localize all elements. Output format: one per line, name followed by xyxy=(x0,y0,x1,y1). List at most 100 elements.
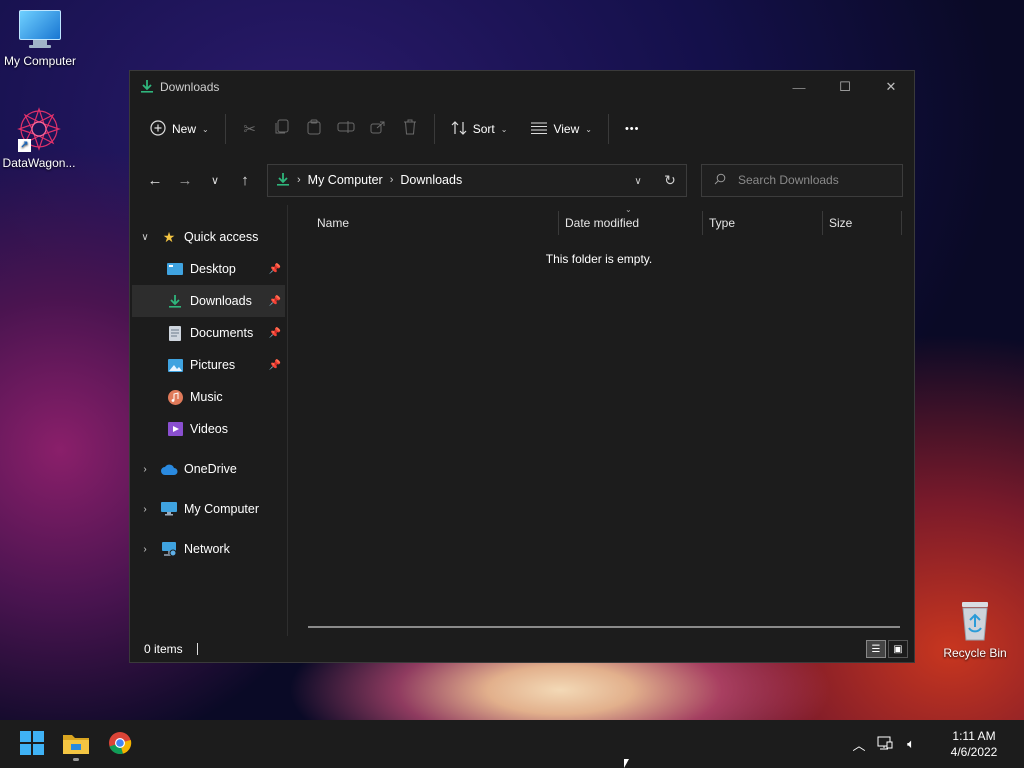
column-label: Name xyxy=(317,216,350,230)
network-tray-button[interactable] xyxy=(872,736,898,753)
window-title: Downloads xyxy=(160,80,220,94)
pin-icon: 📌 xyxy=(268,295,281,307)
view-list-icon xyxy=(531,121,548,137)
new-button[interactable]: New ⌄ xyxy=(142,112,217,146)
status-divider xyxy=(196,643,198,655)
sidebar-item-videos[interactable]: Videos xyxy=(130,413,287,445)
document-icon xyxy=(166,325,184,341)
delete-button[interactable] xyxy=(394,112,426,146)
desktop-icon-recycle-bin[interactable]: Recycle Bin xyxy=(935,598,1015,660)
sidebar-item-music[interactable]: Music xyxy=(130,381,287,413)
breadcrumb-separator: › xyxy=(297,174,301,186)
cloud-icon xyxy=(160,461,178,477)
star-icon: ★ xyxy=(162,228,176,245)
taskbar: ︿ 🔈︎ 1:11 AM 4/6/2022 xyxy=(0,720,1024,768)
chrome-icon xyxy=(108,731,132,758)
horizontal-scrollbar[interactable] xyxy=(308,626,900,628)
sidebar-item-downloads[interactable]: Downloads 📌 xyxy=(132,285,285,317)
sidebar-item-network[interactable]: › Network xyxy=(130,533,287,565)
column-header-size[interactable]: Size xyxy=(823,209,852,237)
taskbar-chrome[interactable] xyxy=(98,724,142,764)
rename-button[interactable] xyxy=(330,112,362,146)
scissors-icon: ✂ xyxy=(243,121,256,138)
sidebar-item-label: My Computer xyxy=(184,502,260,516)
address-history-button[interactable]: ∨ xyxy=(622,173,654,187)
pin-icon: 📌 xyxy=(268,359,281,371)
refresh-button[interactable]: ↻ xyxy=(654,172,686,189)
minimize-icon: — xyxy=(792,79,806,95)
sidebar-item-pictures[interactable]: Pictures 📌 xyxy=(130,349,287,381)
sidebar-item-quick-access[interactable]: ∨ ★ Quick access xyxy=(130,221,287,253)
up-button[interactable]: ↑ xyxy=(230,164,260,196)
large-icons-view-button[interactable]: ▣ xyxy=(888,640,908,658)
view-switcher: ☰ ▣ xyxy=(866,640,908,658)
command-bar: New ⌄ ✂ Sort ⌄ View ⌄ ••• xyxy=(130,103,914,155)
chevron-down-icon: ∨ xyxy=(634,176,642,187)
column-header-type[interactable]: Type xyxy=(703,209,735,237)
new-label: New xyxy=(172,122,197,136)
windows-logo-icon xyxy=(20,730,44,758)
sidebar-item-label: OneDrive xyxy=(184,462,237,476)
taskbar-file-explorer[interactable] xyxy=(54,724,98,764)
search-input[interactable]: Search Downloads xyxy=(738,173,839,187)
close-button[interactable]: ✕ xyxy=(868,71,914,103)
forward-button[interactable]: → xyxy=(170,164,200,196)
ellipsis-icon: ••• xyxy=(624,123,640,135)
copy-icon xyxy=(275,119,289,139)
desktop-icon-my-computer[interactable]: My Computer xyxy=(0,10,80,68)
speaker-icon: 🔈︎ xyxy=(907,736,915,751)
share-button[interactable] xyxy=(362,112,394,146)
network-icon xyxy=(877,736,893,753)
sort-label: Sort xyxy=(472,122,495,136)
sidebar-item-desktop[interactable]: Desktop 📌 xyxy=(130,253,287,285)
file-explorer-window: Downloads — ☐ ✕ New ⌄ ✂ Sort ⌄ View ⌄ ••… xyxy=(129,70,915,663)
toolbar-separator xyxy=(433,114,435,144)
running-indicator xyxy=(73,758,79,761)
sort-button[interactable]: Sort ⌄ xyxy=(443,112,516,146)
clock[interactable]: 1:11 AM 4/6/2022 xyxy=(924,728,1024,760)
shortcut-arrow-icon: ↗ xyxy=(18,139,31,152)
navigation-pane: ∨ ★ Quick access Desktop 📌 Downloads 📌 D… xyxy=(130,205,288,636)
column-header-row: Name Date modified ⌄ Type Size xyxy=(288,205,914,237)
breadcrumb-my-computer[interactable]: My Computer xyxy=(308,173,383,187)
paste-button[interactable] xyxy=(298,112,330,146)
download-icon xyxy=(276,172,290,189)
minimize-button[interactable]: — xyxy=(776,71,822,103)
column-header-name[interactable]: Name xyxy=(311,209,349,237)
column-separator[interactable] xyxy=(901,211,902,235)
volume-tray-button[interactable]: 🔈︎ xyxy=(898,736,924,752)
more-options-button[interactable]: ••• xyxy=(617,112,648,146)
desktop-icon-datawagon[interactable]: ↗ DataWagon... xyxy=(0,106,79,170)
status-bar: 0 items ☰ ▣ xyxy=(130,636,914,662)
sidebar-item-label: Pictures xyxy=(190,358,236,372)
empty-folder-message: This folder is empty. xyxy=(545,252,653,266)
sidebar-item-my-computer[interactable]: › My Computer xyxy=(130,493,287,525)
details-view-button[interactable]: ☰ xyxy=(866,640,886,658)
item-count: 0 items xyxy=(144,642,183,656)
file-list-pane[interactable]: Name Date modified ⌄ Type Size This fold… xyxy=(288,205,914,636)
show-hidden-icons-button[interactable]: ︿ xyxy=(846,735,872,754)
sidebar-item-documents[interactable]: Documents 📌 xyxy=(130,317,287,349)
sidebar-item-onedrive[interactable]: › OneDrive xyxy=(130,453,287,485)
title-bar[interactable]: Downloads — ☐ ✕ xyxy=(130,71,914,103)
monitor-icon xyxy=(160,501,178,517)
address-bar[interactable]: › My Computer › Downloads ∨ ↻ xyxy=(267,163,687,197)
recycle-bin-icon xyxy=(956,598,994,642)
folder-icon xyxy=(63,732,89,757)
toolbar-separator xyxy=(224,114,226,144)
start-button[interactable] xyxy=(10,724,54,764)
copy-button[interactable] xyxy=(266,112,298,146)
refresh-icon: ↻ xyxy=(664,171,676,188)
search-box[interactable]: Search Downloads xyxy=(701,163,903,197)
download-icon xyxy=(140,79,154,96)
back-button[interactable]: ← xyxy=(140,164,170,196)
datawagon-app-icon: ↗ xyxy=(16,106,62,152)
breadcrumb-separator: › xyxy=(389,174,394,186)
desktop-folder-icon xyxy=(166,261,184,277)
cut-button[interactable]: ✂ xyxy=(234,112,266,146)
maximize-button[interactable]: ☐ xyxy=(822,71,868,103)
breadcrumb-downloads[interactable]: Downloads xyxy=(400,173,462,187)
view-button[interactable]: View ⌄ xyxy=(523,112,600,146)
arrow-up-icon: ↑ xyxy=(241,171,249,189)
recent-locations-button[interactable]: ∨ xyxy=(200,164,230,196)
